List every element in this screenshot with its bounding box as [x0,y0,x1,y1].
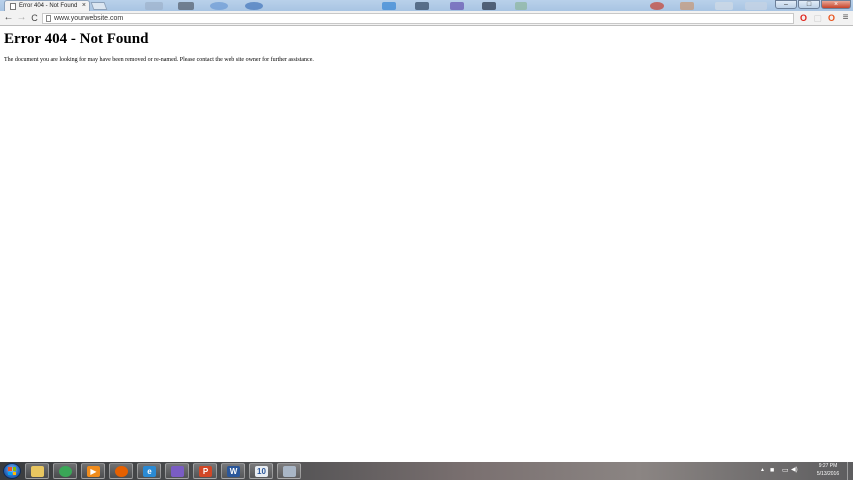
screen: Error 404 - Not Found × – □ × ← → C www.… [0,0,853,480]
page-favicon-icon [10,3,16,10]
word-icon: W [227,466,240,477]
browser-tab[interactable]: Error 404 - Not Found × [4,0,90,11]
forward-button[interactable]: → [16,12,27,24]
clock-date[interactable]: 5/13/2016 [813,471,843,478]
system-tray: ▲ ■ ▭ ◀) 9:27 PM 5/13/2016 [758,462,853,480]
menu-icon[interactable]: ≡ [841,13,850,23]
back-button[interactable]: ← [3,12,14,24]
generic-app-icon [283,466,296,477]
taskbar-button[interactable] [109,463,133,479]
internet-explorer-icon: e [143,466,156,477]
background-window-glimpse [482,2,496,10]
background-window-glimpse [178,2,194,10]
background-window-glimpse [715,2,733,10]
clock-time[interactable]: 9:27 PM [815,463,841,470]
background-window-glimpse [382,2,396,10]
office-icon[interactable]: O [827,13,836,23]
page-content: Error 404 - Not Found The document you a… [0,26,853,462]
show-desktop-button[interactable] [847,462,853,480]
minimize-button[interactable]: – [775,0,797,9]
chrome-icon [59,466,72,477]
tab-close-icon[interactable]: × [82,1,86,10]
window-controls: – □ × [775,0,851,9]
tab-strip: Error 404 - Not Found × – □ × [0,0,853,11]
reload-button[interactable]: C [29,12,40,24]
network-icon[interactable]: ▭ [782,466,789,475]
taskbar-button[interactable] [165,463,189,479]
close-window-button[interactable]: × [821,0,851,9]
background-window-glimpse [210,2,228,10]
extension-icon[interactable]: ▢ [813,13,822,23]
volume-icon[interactable]: ◀) [791,466,798,475]
new-tab-button[interactable] [90,2,108,10]
opera-icon[interactable]: O [799,13,808,23]
background-window-glimpse [515,2,527,10]
taskbar-button[interactable] [277,463,301,479]
paint-app-icon [171,466,184,477]
background-window-glimpse [680,2,694,10]
show-hidden-icons-icon[interactable]: ▲ [760,466,765,475]
background-window-glimpse [650,2,664,10]
taskbar: ▶ e P W 10 ▲ ■ ▭ ◀) 9:27 PM 5/13/2016 [0,462,853,480]
taskbar-button[interactable]: e [137,463,161,479]
taskbar-button[interactable]: 10 [249,463,273,479]
taskbar-button[interactable]: W [221,463,245,479]
firefox-icon [115,466,128,477]
url-text[interactable]: www.yourwebsite.com [54,14,123,23]
calendar-app-icon: 10 [255,466,268,477]
taskbar-button[interactable] [53,463,77,479]
taskbar-button[interactable] [25,463,49,479]
background-window-glimpse [450,2,464,10]
page-title: Error 404 - Not Found [4,31,149,47]
taskbar-button[interactable]: ▶ [81,463,105,479]
action-center-flag-icon[interactable]: ■ [770,466,774,475]
page-icon [46,15,51,22]
windows-logo-icon [8,467,16,475]
background-window-glimpse [415,2,429,10]
background-window-glimpse [245,2,263,10]
powerpoint-icon: P [199,466,212,477]
error-message: The document you are looking for may hav… [4,57,314,63]
background-window-glimpse [145,2,163,10]
browser-toolbar: ← → C www.yourwebsite.com O ▢ O ≡ [0,11,853,26]
address-bar[interactable]: www.yourwebsite.com [42,13,794,24]
media-player-icon: ▶ [87,466,100,477]
taskbar-button[interactable]: P [193,463,217,479]
background-window-glimpse [745,2,767,10]
maximize-button[interactable]: □ [798,0,820,9]
tab-title: Error 404 - Not Found [19,3,78,9]
file-explorer-icon [31,466,44,477]
start-button[interactable] [3,463,21,479]
